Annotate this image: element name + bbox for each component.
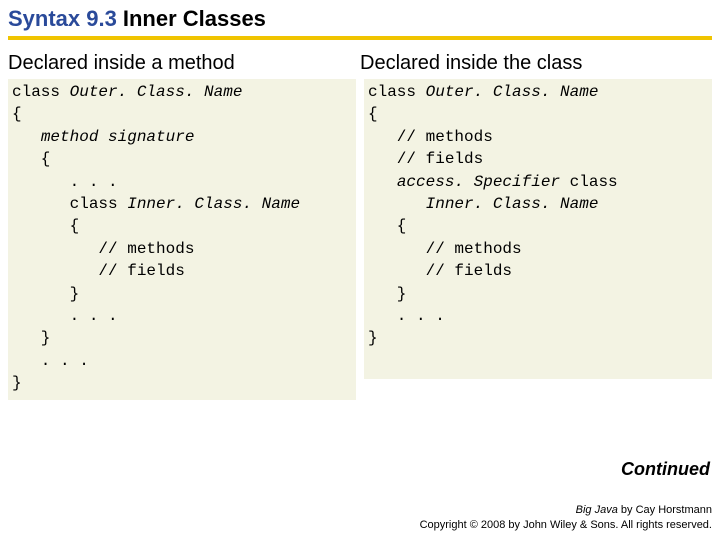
code-text: // fields (368, 262, 512, 280)
code-text: Outer. Class. Name (426, 83, 599, 101)
code-text: . . . (12, 173, 118, 191)
code-text: // fields (368, 150, 483, 168)
code-text: . . . (368, 307, 445, 325)
footer-author: by Cay Horstmann (618, 504, 712, 516)
code-text: } (368, 285, 406, 303)
footer-copyright: Copyright © 2008 by John Wiley & Sons. A… (420, 518, 712, 532)
code-text: Outer. Class. Name (70, 83, 243, 101)
footer: Big Java by Cay Horstmann Copyright © 20… (420, 503, 712, 532)
code-text: { (12, 105, 22, 123)
code-text: class (12, 195, 127, 213)
code-text: // methods (368, 240, 522, 258)
code-text: method signature (41, 128, 195, 146)
code-text: } (12, 329, 50, 347)
left-heading: Declared inside a method (8, 52, 360, 75)
slide: Syntax 9.3 Inner Classes Declared inside… (0, 0, 720, 540)
column-left: Declared inside a method class Outer. Cl… (8, 52, 360, 400)
code-text: { (12, 150, 50, 168)
slide-title-row: Syntax 9.3 Inner Classes (8, 6, 712, 40)
code-text: . . . (12, 352, 89, 370)
footer-book-title: Big Java (576, 504, 618, 516)
code-text: . . . (12, 307, 118, 325)
code-text: { (12, 217, 79, 235)
code-text: { (368, 217, 406, 235)
code-text (368, 195, 426, 213)
code-text: Inner. Class. Name (127, 195, 300, 213)
right-heading: Declared inside the class (360, 52, 712, 75)
code-text: class (12, 83, 70, 101)
code-text: } (12, 374, 22, 392)
footer-line1: Big Java by Cay Horstmann (420, 503, 712, 517)
code-text: } (12, 285, 79, 303)
code-text: // methods (12, 240, 194, 258)
title-prefix: Syntax 9.3 (8, 6, 117, 32)
code-text: class (368, 83, 426, 101)
code-text: class (570, 173, 618, 191)
code-text (12, 128, 41, 146)
column-right: Declared inside the class class Outer. C… (360, 52, 712, 400)
code-text (368, 173, 397, 191)
code-text: { (368, 105, 378, 123)
columns: Declared inside a method class Outer. Cl… (8, 52, 712, 400)
code-text: } (368, 329, 378, 347)
left-code-block: class Outer. Class. Name { method signat… (8, 79, 356, 400)
title-main: Inner Classes (123, 6, 266, 32)
code-text: Inner. Class. Name (426, 195, 599, 213)
continued-label: Continued (621, 459, 710, 480)
code-text: // methods (368, 128, 493, 146)
right-code-block: class Outer. Class. Name { // methods //… (364, 79, 712, 379)
code-text: // fields (12, 262, 185, 280)
code-text: access. Specifier (397, 173, 570, 191)
